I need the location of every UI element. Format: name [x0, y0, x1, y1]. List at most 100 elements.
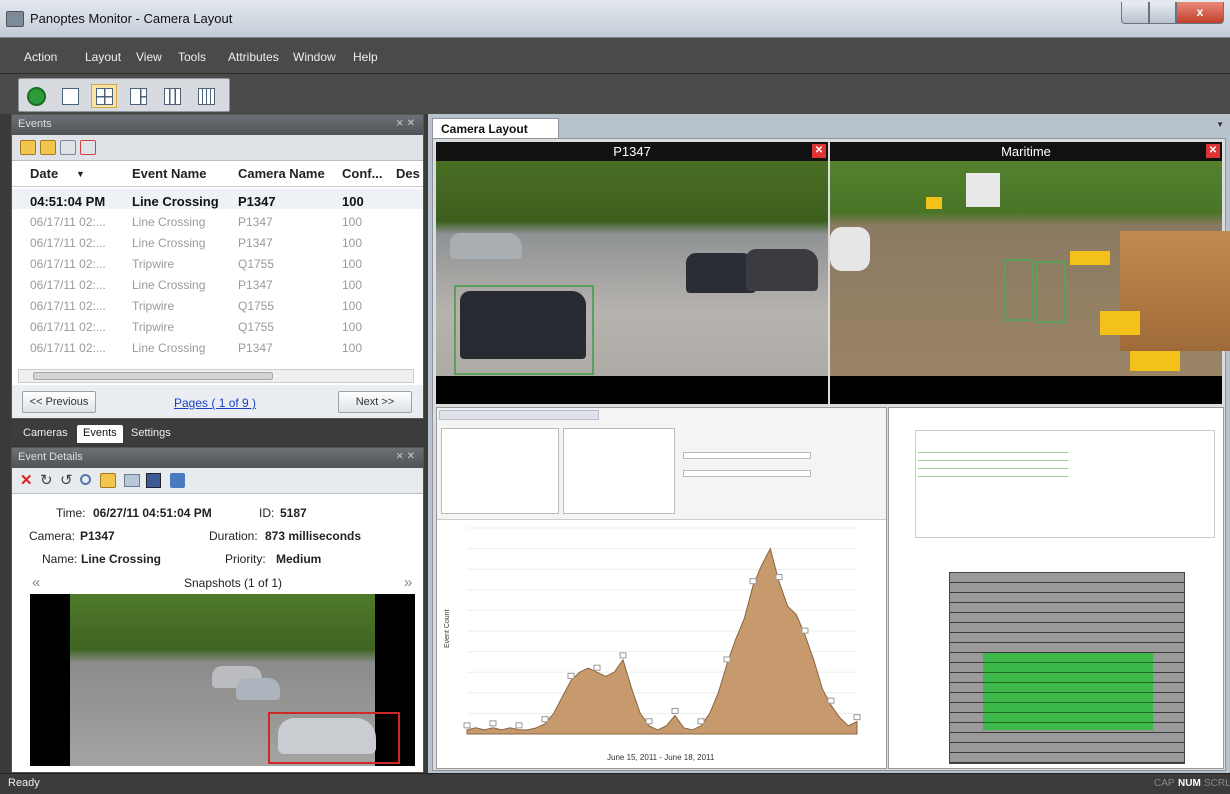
menu-help[interactable]: Help [353, 50, 378, 64]
tab-events[interactable]: Events [77, 425, 123, 443]
close-window-button[interactable]: x [1176, 2, 1224, 24]
panel-pin-close-icon[interactable]: ⨯ ✕ [395, 118, 415, 129]
next-page-button[interactable]: Next >> [338, 391, 412, 413]
time-filter[interactable] [683, 452, 811, 459]
priority-label: Priority: [225, 552, 266, 566]
camera-view-maritime[interactable]: Maritime ✕ [830, 142, 1230, 404]
table-row[interactable]: 06/17/11 02:... Tripwire Q1755 100 [12, 294, 423, 314]
data-point-marker [593, 664, 601, 671]
play-circle-icon [27, 87, 46, 106]
cell-camera: P1347 [238, 278, 273, 292]
snapshots-label: Snapshots (1 of 1) [184, 576, 283, 590]
menu-attributes[interactable]: Attributes [228, 50, 279, 64]
minimize-button[interactable] [1121, 2, 1149, 24]
search-icon[interactable] [80, 474, 91, 485]
table-row[interactable]: 06/17/11 02:... Line Crossing P1347 100 [12, 273, 423, 293]
close-view-icon[interactable]: ✕ [1206, 144, 1220, 158]
menu-layout[interactable]: Layout [85, 50, 121, 64]
save-icon[interactable] [146, 473, 161, 488]
events-panel-header: Events ⨯ ✕ [12, 115, 423, 135]
title-bar: Panoptes Monitor - Camera Layout x [0, 0, 1230, 38]
camera-label: Camera: [29, 529, 76, 543]
undo-icon[interactable]: ↺ [60, 471, 73, 489]
snapshot-prev-arrow[interactable]: « [32, 574, 40, 591]
data-point-marker [463, 722, 471, 729]
table-row[interactable]: 06/17/11 02:... Tripwire Q1755 100 [12, 315, 423, 335]
caps-lock-indicator: CAP [1154, 778, 1175, 789]
scroll-lock-indicator: SCRL [1204, 778, 1230, 789]
snapshot-next-arrow[interactable]: » [404, 574, 412, 591]
column-event-name[interactable]: Event Name [132, 166, 206, 181]
previous-page-button[interactable]: << Previous [22, 391, 96, 413]
active-dates-table[interactable] [915, 430, 1215, 538]
close-view-icon[interactable]: ✕ [812, 144, 826, 158]
column-confidence[interactable]: Conf... [342, 166, 382, 181]
duration-value: 873 milliseconds [265, 529, 362, 543]
camera-list[interactable] [441, 428, 559, 514]
filter-icon[interactable] [100, 473, 116, 488]
menu-view[interactable]: View [136, 50, 162, 64]
panel-pin-close-icon[interactable]: ⨯ ✕ [395, 451, 415, 462]
maximize-button[interactable] [1149, 2, 1176, 24]
cone [926, 197, 942, 209]
layout-3x3-button[interactable] [159, 84, 185, 108]
grid-2x2-icon [96, 88, 113, 105]
car [236, 678, 280, 700]
delete-icon[interactable]: ✕ [20, 471, 33, 489]
time-filter[interactable] [683, 470, 811, 477]
tab-camera-layout[interactable]: Camera Layout [432, 118, 559, 138]
snapshot-icon[interactable] [124, 474, 140, 487]
camera-value: P1347 [80, 529, 115, 543]
id-value: 5187 [280, 506, 307, 520]
table-row[interactable]: 06/17/11 02:... Tripwire Q1755 100 [12, 252, 423, 272]
column-date[interactable]: Date [30, 166, 58, 181]
filter-icon[interactable] [20, 140, 36, 155]
layout-4x4-button[interactable] [193, 84, 219, 108]
weekly-schedule-grid[interactable] [949, 572, 1185, 764]
layout-1x1-button[interactable] [57, 84, 83, 108]
snapshot-image[interactable] [30, 594, 415, 766]
event-list[interactable] [563, 428, 675, 514]
tab-cameras[interactable]: Cameras [17, 425, 74, 443]
tab-settings[interactable]: Settings [125, 425, 177, 443]
horizontal-scrollbar[interactable] [18, 369, 414, 383]
events-panel: Events ⨯ ✕ Date ▼ Event Name Camera Name… [11, 114, 424, 419]
table-row[interactable]: 06/17/11 02:... Line Crossing P1347 100 [12, 231, 423, 251]
filter-remove-icon[interactable] [80, 140, 96, 155]
filter-edit-icon[interactable] [60, 140, 76, 155]
table-row[interactable]: 06/17/11 02:... Line Crossing P1347 100 [12, 210, 423, 230]
cell-camera: Q1755 [238, 320, 275, 334]
menu-action[interactable]: Action [24, 50, 57, 64]
cell-camera: P1347 [238, 236, 273, 250]
tab-dropdown-icon[interactable]: ▼ [1216, 120, 1224, 129]
column-description[interactable]: Des [396, 166, 420, 181]
pages-link[interactable]: Pages ( 1 of 9 ) [174, 396, 256, 410]
data-point-marker [645, 718, 653, 725]
cell-date: 06/17/11 02:... [30, 215, 106, 229]
layout-2x2-button[interactable] [91, 84, 117, 108]
car [830, 227, 870, 271]
statistics-toolbar [439, 410, 599, 420]
camera-view-p1347[interactable]: P1347 ✕ [436, 142, 828, 404]
layout-1plus3-button[interactable] [125, 84, 151, 108]
parking-lot-scene [70, 594, 400, 766]
cell-camera: P1347 [238, 341, 273, 355]
cell-confidence: 100 [342, 341, 363, 355]
menu-bar: Action Layout View Tools Attributes Wind… [0, 38, 1230, 74]
data-point-marker [567, 672, 575, 679]
car [746, 249, 818, 291]
camera-feed [436, 161, 828, 376]
event-details-header: Event Details ⨯ ✕ [12, 448, 423, 468]
table-row[interactable]: 04:51:04 PM Line Crossing P1347 100 [12, 189, 423, 209]
column-camera-name[interactable]: Camera Name [238, 166, 325, 181]
scrollbar-thumb[interactable] [33, 372, 273, 380]
cell-confidence: 100 [342, 299, 363, 313]
export-icon[interactable] [170, 473, 185, 488]
menu-window[interactable]: Window [293, 50, 336, 64]
event-statistics-panel: Event Count June 15, 2011 - June 18, 201… [436, 407, 887, 769]
refresh-icon[interactable]: ↻ [40, 471, 53, 489]
menu-tools[interactable]: Tools [178, 50, 206, 64]
filter-add-icon[interactable] [40, 140, 56, 155]
start-button[interactable] [23, 84, 49, 108]
table-row[interactable]: 06/17/11 02:... Line Crossing P1347 100 [12, 336, 423, 356]
